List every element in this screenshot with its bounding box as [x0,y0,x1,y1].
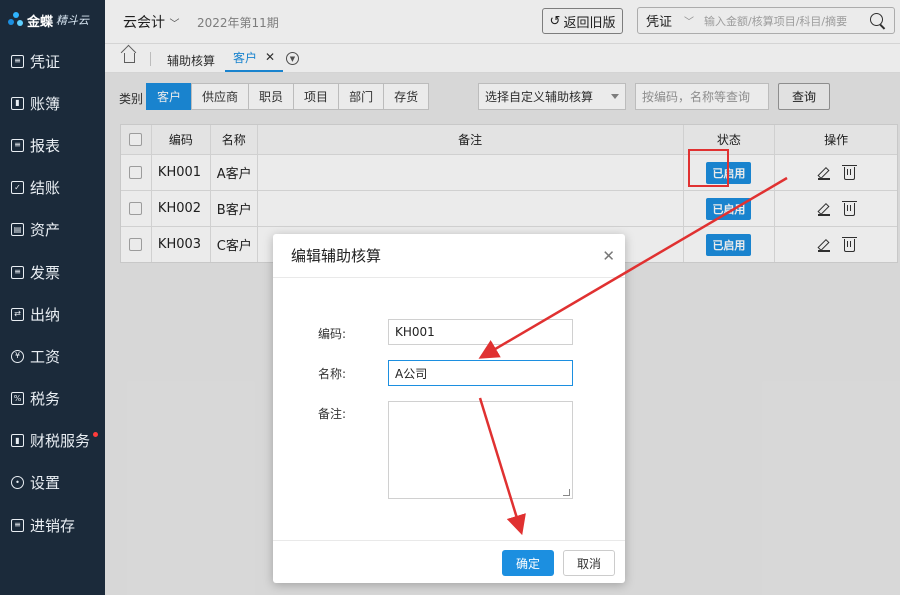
sidebar-item-label: 出纳 [30,305,61,324]
close-icon[interactable]: ✕ [602,247,615,265]
dialog-header: 编辑辅助核算 ✕ [273,234,625,278]
sidebar-item-inventory[interactable]: ≡ 进销存 [0,504,105,546]
notification-dot [93,431,98,437]
cashier-icon: ⇄ [11,307,24,321]
logo-icon [8,12,24,28]
sidebar-nav: ≡ 凭证 ▮ 账簿 ≡ 报表 ✓ 结账 ▤ 资产 ≡ 发票 ⇄ 出纳 ¥ 工资 % 税务 ▮ 财税服… [0,40,105,546]
logo-product: 精斗云 [56,14,90,27]
cancel-button[interactable]: 取消 [563,550,615,576]
sidebar-item-label: 财税服务 [30,432,91,451]
sidebar-item-label: 进销存 [30,516,76,535]
sidebar-item-settings[interactable]: • 设置 [0,462,105,504]
annotation-highlight-box [688,149,729,187]
sidebar-item-cashier[interactable]: ⇄ 出纳 [0,293,105,335]
sidebar-item-ledger[interactable]: ▮ 账簿 [0,82,105,124]
sidebar-item-checkout[interactable]: ✓ 结账 [0,167,105,209]
invoice-icon: ≡ [11,265,24,279]
sidebar-item-label: 结账 [30,179,61,198]
logo[interactable]: 金蝶 精斗云 [8,9,89,31]
sidebar-item-invoice[interactable]: ≡ 发票 [0,251,105,293]
name-label: 名称: [318,367,347,381]
report-icon: ≡ [11,138,24,152]
sidebar-item-label: 工资 [30,347,61,366]
name-field[interactable]: A公司 [388,360,573,386]
edit-auxiliary-dialog: 编辑辅助核算 ✕ 编码: KH001 名称: A公司 备注: 确定 取消 [273,234,625,583]
sidebar-item-label: 报表 [30,136,61,155]
checkout-icon: ✓ [11,181,24,195]
sidebar-item-label: 资产 [30,221,61,240]
gear-icon: • [11,476,24,490]
service-icon: ▮ [11,434,24,448]
sidebar-item-label: 账簿 [30,94,61,113]
dialog-title: 编辑辅助核算 [291,247,382,265]
sidebar-item-salary[interactable]: ¥ 工资 [0,335,105,377]
sidebar-item-tax[interactable]: % 税务 [0,378,105,420]
code-field[interactable]: KH001 [388,319,573,345]
confirm-button[interactable]: 确定 [502,550,554,576]
note-textarea[interactable] [388,401,573,499]
note-label: 备注: [318,407,347,421]
sidebar-item-label: 设置 [30,474,61,493]
document-icon: ≡ [11,54,24,68]
asset-icon: ▤ [11,223,24,237]
logo-brand: 金蝶 [27,14,54,30]
sidebar-item-label: 税务 [30,390,61,409]
sidebar-item-report[interactable]: ≡ 报表 [0,124,105,166]
tax-icon: % [11,392,24,406]
sidebar-item-label: 凭证 [30,52,61,71]
sidebar-item-service[interactable]: ▮ 财税服务 [0,420,105,462]
dialog-footer: 确定 取消 [273,540,625,583]
code-label: 编码: [318,327,347,341]
sidebar-item-voucher[interactable]: ≡ 凭证 [0,40,105,82]
sidebar: 金蝶 精斗云 ≡ 凭证 ▮ 账簿 ≡ 报表 ✓ 结账 ▤ 资产 ≡ 发票 ⇄ 出纳 ¥ 工资 %… [0,0,105,595]
sidebar-item-label: 发票 [30,263,61,282]
ledger-icon: ▮ [11,96,24,110]
sidebar-item-asset[interactable]: ▤ 资产 [0,209,105,251]
inventory-icon: ≡ [11,518,24,532]
yen-icon: ¥ [11,349,24,363]
